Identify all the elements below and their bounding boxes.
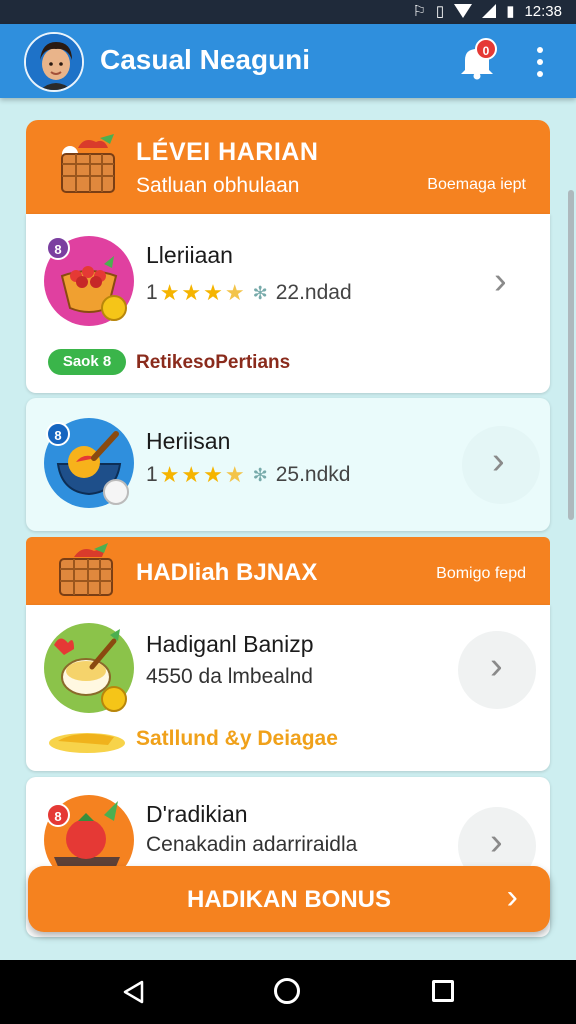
star-icon: ★ — [159, 462, 180, 487]
back-icon[interactable] — [122, 980, 144, 1009]
section-link[interactable]: Bomigo fepd — [436, 565, 526, 583]
item-meta: 1 ★ ★ ★ ★ ✻ 22.ndad — [146, 280, 352, 306]
section-title: HADIiah BJNAX — [136, 559, 318, 586]
star-icon: ★ — [224, 280, 245, 305]
list-item[interactable]: Hadiganl Banizp 4550 da lmbealnd › Satll… — [26, 605, 550, 771]
star-icon: ★ — [203, 280, 223, 305]
notification-badge: 0 — [475, 38, 497, 60]
star-icon: ★ — [181, 280, 202, 305]
level-badge: 8 — [46, 803, 70, 827]
list-item[interactable]: 8 Lleriiaan 1 ★ ★ ★ ★ ✻ 22.ndad › Saok 8… — [26, 214, 550, 393]
nfc-icon: ⚐ — [412, 3, 426, 20]
star-icon: ★ — [159, 280, 180, 305]
app-title: Casual Neaguni — [100, 44, 311, 75]
dessert-bowl-icon — [44, 623, 134, 713]
app-bar: Casual Neaguni 0 — [0, 24, 576, 98]
level-badge: 8 — [46, 236, 70, 260]
level-badge: 8 — [46, 422, 70, 446]
bonus-section-header: HADIiah BJNAX Bomigo fepd — [26, 537, 550, 605]
scrollbar[interactable] — [568, 190, 574, 520]
battery-icon: ▮ — [506, 3, 515, 20]
list-item[interactable]: 8 Heriisan 1 ★ ★ ★ ★ ✻ 25.ndkd › — [26, 398, 550, 531]
reward-text: Satllund &y Deiagae — [136, 727, 338, 750]
dot-separator-icon: ✻ — [252, 282, 268, 303]
basket-icon — [56, 134, 122, 201]
chevron-right-icon[interactable]: › — [492, 440, 505, 483]
star-icon: ★ — [203, 462, 223, 487]
claim-bonus-button[interactable]: HADIKAN BONUS › — [28, 866, 550, 932]
status-badge: Saok 8 — [48, 349, 126, 375]
section-subtitle: Satluan obhulaan — [136, 174, 300, 197]
section-title: LÉVEI HARIAN — [136, 138, 319, 166]
daily-section-header: LÉVEI HARIAN Satluan obhulaan Boemaga ie… — [26, 120, 550, 214]
system-nav-bar — [0, 960, 576, 1024]
claim-bonus-label: HADIKAN BONUS — [187, 886, 391, 913]
item-title: Lleriiaan — [146, 242, 233, 268]
chevron-right-icon[interactable]: › — [490, 821, 503, 864]
chevron-right-icon[interactable]: › — [494, 260, 507, 303]
item-subtitle: 4550 da lmbealnd — [146, 665, 313, 688]
avatar[interactable] — [24, 32, 84, 92]
vibrate-icon: ▯ — [435, 3, 445, 20]
status-icons: ⚐ ▯ ▮ 12:38 — [412, 2, 562, 21]
signal-icon — [482, 4, 497, 18]
item-title: D'radikian — [146, 801, 248, 827]
status-bar: ⚐ ▯ ▮ 12:38 — [0, 0, 576, 24]
item-meta-text: 22.ndad — [275, 281, 352, 304]
more-vert-icon[interactable] — [528, 44, 552, 80]
wifi-icon — [454, 4, 473, 18]
dot-separator-icon: ✻ — [252, 464, 268, 485]
star-icon: ★ — [224, 462, 245, 487]
item-subtitle: Cenakadin adarriraidla — [146, 833, 358, 856]
item-title: Heriisan — [146, 428, 231, 454]
section-link[interactable]: Boemaga iept — [427, 176, 526, 194]
chevron-right-icon: › — [506, 878, 518, 916]
status-time: 12:38 — [524, 2, 562, 20]
basket-icon — [56, 543, 118, 604]
item-title: Hadiganl Banizp — [146, 631, 314, 657]
home-icon[interactable] — [274, 978, 300, 1004]
item-meta: 1 ★ ★ ★ ★ ✻ 25.ndkd — [146, 462, 350, 488]
cheese-icon — [48, 725, 126, 760]
level-prefix: 1 — [146, 463, 158, 486]
star-icon: ★ — [181, 462, 202, 487]
chevron-right-icon[interactable]: › — [490, 645, 503, 688]
item-subtext: RetikesoPertians — [136, 352, 291, 373]
item-meta-text: 25.ndkd — [275, 463, 351, 486]
recents-icon[interactable] — [432, 980, 454, 1002]
level-prefix: 1 — [146, 281, 158, 304]
